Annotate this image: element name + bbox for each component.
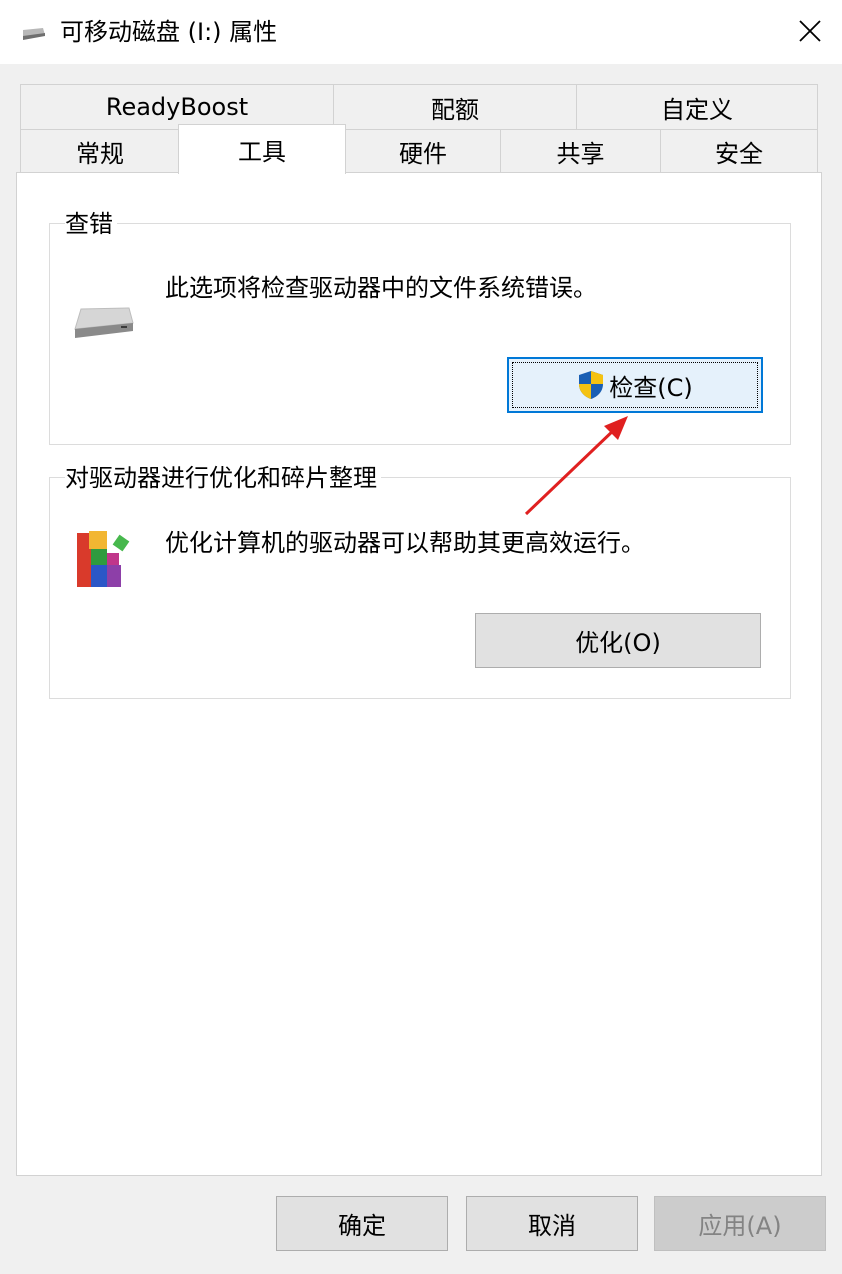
check-button[interactable]: 检查(C) [507, 357, 763, 413]
removable-drive-icon [23, 28, 45, 40]
tab-quota[interactable]: 配额 [333, 84, 577, 130]
tab-general[interactable]: 常规 [20, 129, 180, 173]
error-check-description: 此选项将检查驱动器中的文件系统错误。 [165, 274, 597, 302]
ok-button[interactable]: 确定 [276, 1196, 448, 1251]
check-button-label: 检查(C) [609, 373, 693, 402]
tab-hardware[interactable]: 硬件 [345, 129, 501, 173]
close-button[interactable] [782, 6, 838, 56]
window-title: 可移动磁盘 (I:) 属性 [60, 18, 278, 46]
defrag-icon [77, 531, 130, 587]
title-bar: 可移动磁盘 (I:) 属性 [0, 0, 842, 64]
properties-dialog: 可移动磁盘 (I:) 属性 ReadyBoost 配额 自定义 常规 工具 硬件… [0, 0, 842, 1274]
uac-shield-icon [579, 371, 604, 399]
tab-sharing[interactable]: 共享 [500, 129, 661, 173]
close-icon [799, 20, 821, 42]
apply-button: 应用(A) [654, 1196, 826, 1251]
tools-tab-panel: 查错 此选项将检查驱动器中的文件系统错误。 检查(C) 对驱动器进行优化和碎片整… [16, 172, 822, 1176]
optimize-description: 优化计算机的驱动器可以帮助其更高效运行。 [165, 529, 645, 557]
optimize-button[interactable]: 优化(O) [475, 613, 761, 668]
cancel-button[interactable]: 取消 [466, 1196, 638, 1251]
tab-customize[interactable]: 自定义 [576, 84, 818, 130]
optimize-group-label: 对驱动器进行优化和碎片整理 [65, 463, 381, 493]
drive-icon [74, 307, 134, 338]
tab-tools[interactable]: 工具 [178, 124, 346, 174]
tab-security[interactable]: 安全 [660, 129, 818, 173]
error-check-group-label: 查错 [65, 209, 117, 239]
